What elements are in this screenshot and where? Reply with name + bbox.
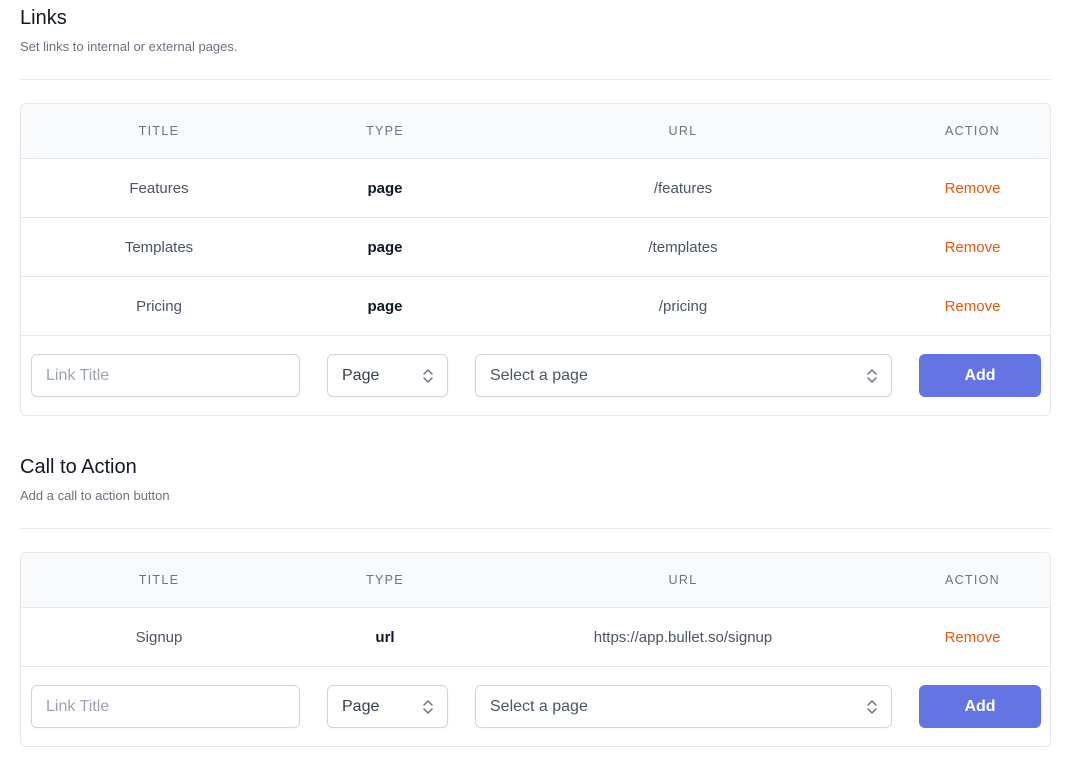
remove-button[interactable]: Remove <box>893 180 1050 197</box>
header-action: ACTION <box>944 573 1001 587</box>
chevron-up-down-icon <box>867 369 877 383</box>
section-description: Add a call to action button <box>20 488 170 503</box>
header-type: TYPE <box>366 573 404 587</box>
cta-table: TITLE TYPE URL ACTION Signup url https:/… <box>20 552 1051 747</box>
table-header: TITLE TYPE URL ACTION <box>21 553 1050 608</box>
row-url: /pricing <box>658 297 708 315</box>
chevron-up-down-icon <box>423 369 433 383</box>
add-cta-form: Link Title Page Select a page Add <box>21 667 1050 746</box>
divider <box>20 528 1051 529</box>
remove-button[interactable]: Remove <box>893 629 1050 646</box>
header-type: TYPE <box>366 124 404 138</box>
page-select-placeholder: Select a page <box>490 366 588 384</box>
table-row: Signup url https://app.bullet.so/signup … <box>21 608 1050 667</box>
add-button[interactable]: Add <box>919 685 1041 728</box>
type-select-value: Page <box>342 697 380 715</box>
section-title: Call to Action <box>20 456 137 478</box>
row-type: url <box>375 628 395 646</box>
row-url: https://app.bullet.so/signup <box>593 628 773 646</box>
chevron-up-down-icon <box>423 700 433 714</box>
row-type: page <box>367 179 403 197</box>
divider <box>20 79 1051 80</box>
row-title: Features <box>129 179 189 197</box>
link-title-input[interactable]: Link Title <box>31 354 300 397</box>
row-title: Templates <box>124 238 194 256</box>
row-url: /templates <box>648 238 718 256</box>
page-select[interactable]: Select a page <box>475 685 892 728</box>
row-title: Signup <box>135 628 183 646</box>
type-select-value: Page <box>342 366 380 384</box>
header-action: ACTION <box>944 124 1001 138</box>
header-title: TITLE <box>138 124 180 138</box>
header-url: URL <box>668 124 698 138</box>
link-title-input[interactable]: Link Title <box>31 685 300 728</box>
header-url: URL <box>668 573 698 587</box>
add-link-form: Link Title Page Select a page Add <box>21 336 1050 415</box>
row-type: page <box>367 238 403 256</box>
remove-button[interactable]: Remove <box>893 298 1050 315</box>
header-title: TITLE <box>138 573 180 587</box>
row-title: Pricing <box>136 297 182 315</box>
row-url: /features <box>653 179 713 197</box>
chevron-up-down-icon <box>867 700 877 714</box>
section-title: Links <box>20 7 67 29</box>
type-select[interactable]: Page <box>327 685 448 728</box>
page-select[interactable]: Select a page <box>475 354 892 397</box>
add-button[interactable]: Add <box>919 354 1041 397</box>
row-type: page <box>367 297 403 315</box>
table-row: Features page /features Remove <box>21 159 1050 218</box>
type-select[interactable]: Page <box>327 354 448 397</box>
links-table: TITLE TYPE URL ACTION Features page /fea… <box>20 103 1051 416</box>
page-select-placeholder: Select a page <box>490 697 588 715</box>
table-row: Templates page /templates Remove <box>21 218 1050 277</box>
table-header: TITLE TYPE URL ACTION <box>21 104 1050 159</box>
section-description: Set links to internal or external pages. <box>20 39 238 54</box>
table-row: Pricing page /pricing Remove <box>21 277 1050 336</box>
remove-button[interactable]: Remove <box>893 239 1050 256</box>
